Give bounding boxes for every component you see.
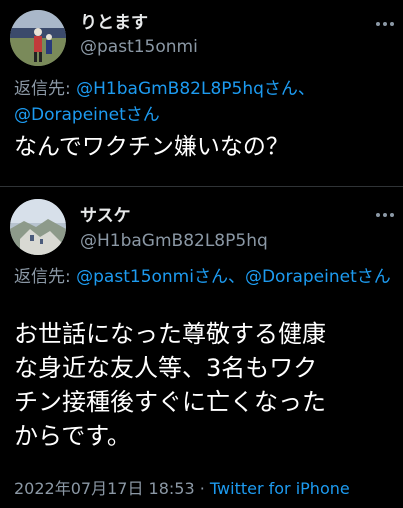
avatar[interactable]: [10, 199, 66, 255]
tweet-meta: 2022年07月17日 18:53 · Twitter for iPhone: [14, 475, 350, 499]
tweet-1[interactable]: りとます @past15onmi 返信先: @H1baGmB82L8P5hqさん…: [0, 0, 403, 185]
handle[interactable]: @past15onmi: [80, 37, 198, 57]
tweet-text: なんでワクチン嫌いなの？: [14, 134, 289, 160]
source-link[interactable]: Twitter for iPhone: [210, 479, 350, 498]
reply-prefix: 返信先:: [14, 79, 77, 99]
avatar[interactable]: [10, 10, 66, 66]
reply-to-cont: @Dorapeinetさん: [14, 104, 160, 126]
tweet-text-line: からです。: [14, 422, 131, 450]
tweet-text-line: お世話になった尊敬する健康: [14, 320, 326, 348]
display-name[interactable]: りとます: [80, 8, 148, 33]
reply-prefix: 返信先:: [14, 267, 77, 287]
timestamp[interactable]: 2022年07月17日 18:53: [14, 479, 195, 498]
mention-link[interactable]: @Dorapeinetさん: [245, 267, 391, 287]
reply-to: 返信先: @H1baGmB82L8P5hqさん、: [14, 78, 315, 100]
tweet-2[interactable]: サスケ @H1baGmB82L8P5hq 返信先: @past15onmiさん、…: [0, 187, 403, 508]
mention-link[interactable]: @past15onmiさん、: [76, 267, 245, 287]
display-name[interactable]: サスケ: [80, 201, 131, 226]
meta-separator: ·: [194, 479, 210, 498]
mention-link[interactable]: @Dorapeinetさん: [14, 105, 160, 125]
more-options-icon[interactable]: [375, 16, 395, 30]
reply-to: 返信先: @past15onmiさん、@Dorapeinetさん: [14, 266, 391, 288]
mention-link[interactable]: @H1baGmB82L8P5hqさん、: [76, 79, 315, 99]
tweet-text-line: な身近な友人等、3名もワク: [14, 354, 318, 382]
more-options-icon[interactable]: [375, 207, 395, 221]
handle[interactable]: @H1baGmB82L8P5hq: [80, 231, 268, 251]
tweet-text-line: チン接種後すぐに亡くなった: [14, 388, 326, 416]
